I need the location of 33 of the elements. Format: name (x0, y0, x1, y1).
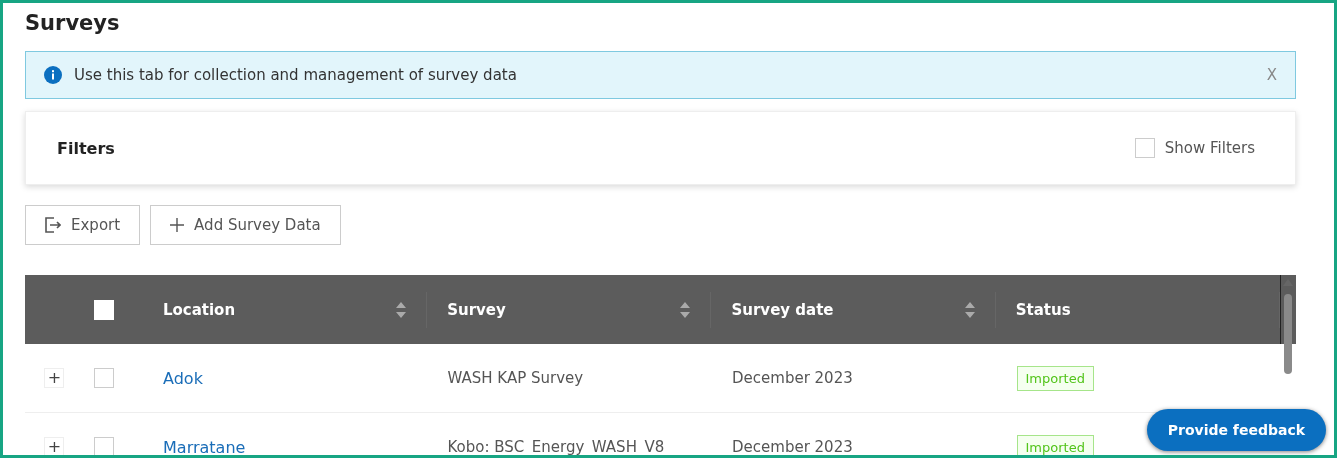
column-header[interactable]: Survey (427, 291, 712, 328)
scrollbar-thumb[interactable] (1284, 294, 1292, 374)
feedback-button[interactable]: Provide feedback (1146, 409, 1326, 451)
status-tag: Imported (1016, 365, 1094, 391)
status-tag: Imported (1016, 434, 1094, 455)
export-button[interactable]: Export (25, 205, 141, 245)
plus-icon (170, 218, 185, 232)
expand-button[interactable]: + (44, 437, 65, 455)
scrollbar[interactable] (1280, 279, 1296, 374)
location-link[interactable]: Marratane (163, 437, 246, 455)
show-filters-checkbox[interactable] (1134, 138, 1155, 158)
sort-icon (396, 301, 407, 318)
show-filters-label[interactable]: Show Filters (1164, 139, 1255, 157)
table-cell: WASH KAP Survey (447, 369, 584, 387)
select-all-checkbox[interactable] (93, 299, 114, 320)
location-link[interactable]: Adok (163, 368, 203, 388)
info-icon (44, 66, 62, 84)
banner-message: Use this tab for collection and management of survey data (74, 66, 518, 84)
table-cell: December 2023 (732, 438, 853, 455)
row-checkbox[interactable] (93, 437, 114, 455)
row-checkbox[interactable] (93, 368, 114, 388)
sort-icon (680, 301, 691, 318)
sort-icon (964, 301, 975, 318)
column-header[interactable]: Survey date (711, 291, 996, 328)
column-header[interactable]: Location (142, 291, 428, 328)
page-title: Surveys (25, 10, 121, 37)
filters-heading: Filters (57, 138, 116, 158)
column-header[interactable]: Status (995, 291, 1281, 328)
export-icon (45, 217, 61, 233)
table-cell: December 2023 (732, 369, 853, 387)
add-button[interactable]: Add Survey Data (150, 205, 341, 245)
table-cell: Kobo: BSC_Energy_WASH_V8 (447, 438, 665, 455)
expand-button[interactable]: + (44, 368, 65, 388)
